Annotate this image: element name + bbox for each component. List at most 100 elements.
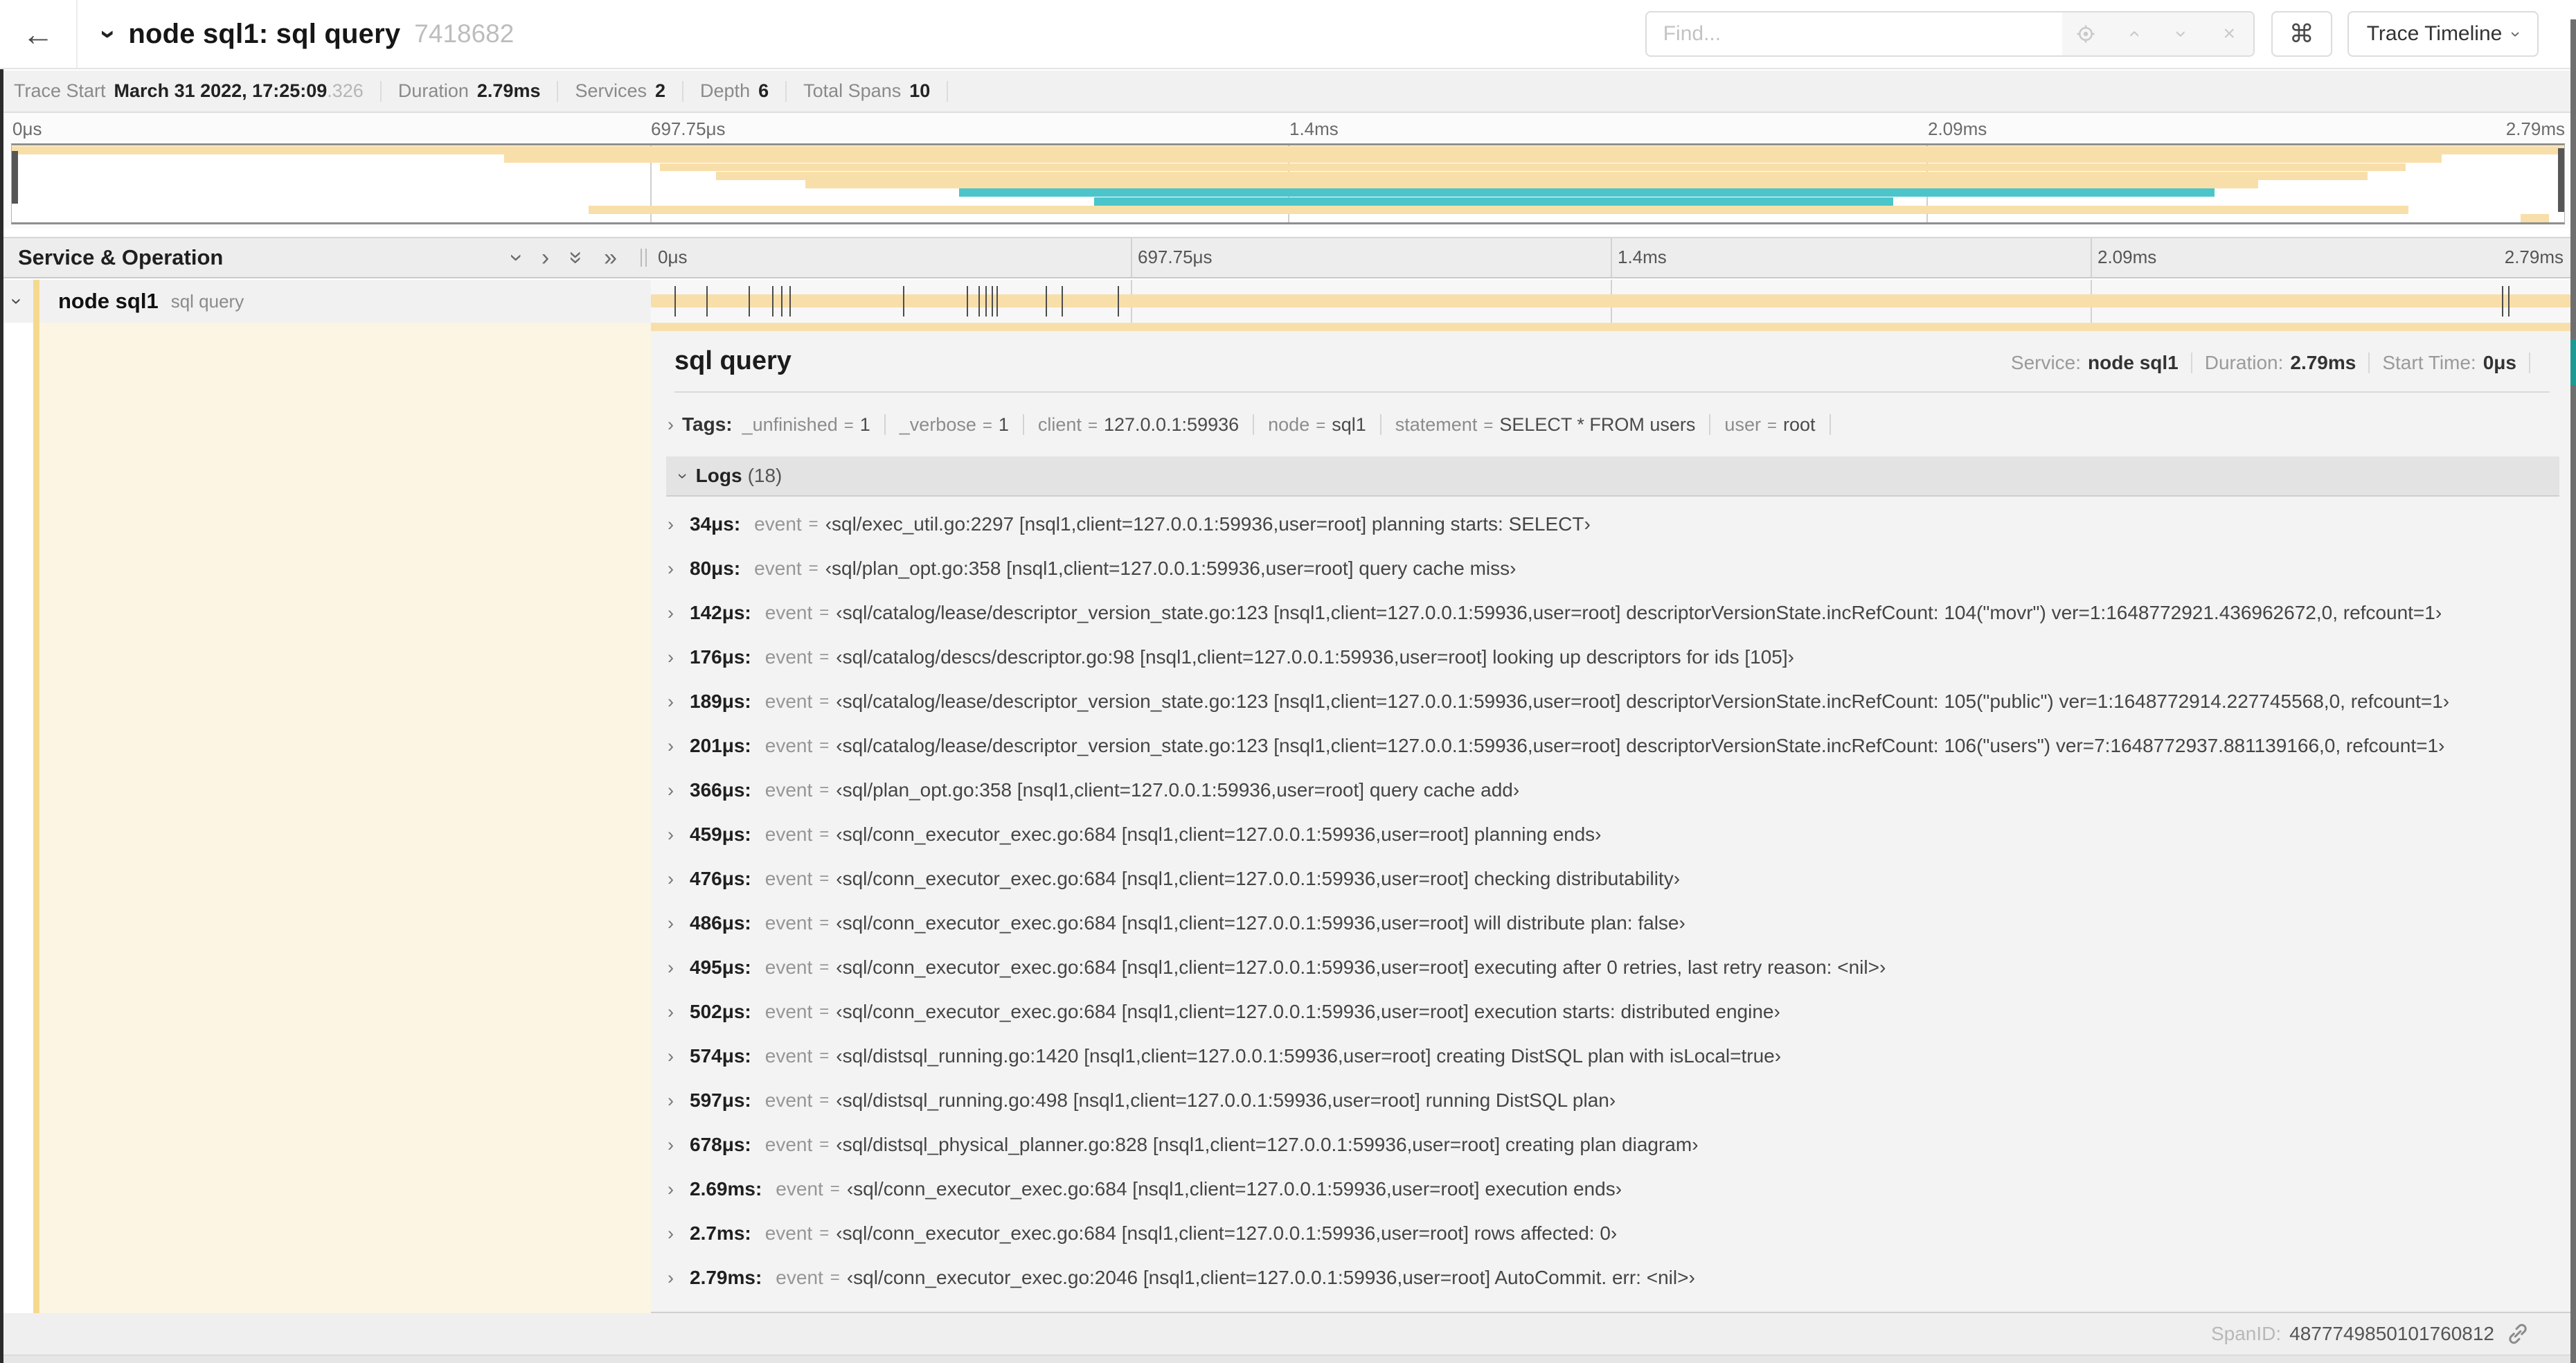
detail-operation-title: sql query [674,346,791,375]
tags-list: _unfinished = 1 _verbose = 1 client = 12… [742,414,1845,436]
log-marker-tick [771,286,773,317]
chevron-right-icon[interactable]: › [668,603,686,624]
prev-result-icon[interactable]: › [2112,14,2155,54]
log-entry-row[interactable]: › 574μs: event = ‹sql/distsql_running.go… [666,1034,2570,1078]
log-entry-row[interactable]: › 142μs: event = ‹sql/catalog/lease/desc… [666,591,2570,635]
chevron-right-icon[interactable]: › [668,647,686,668]
column-resize-grip[interactable] [641,249,647,267]
log-entry-row[interactable]: › 366μs: event = ‹sql/plan_opt.go:358 [n… [666,768,2570,812]
tag-key: user [1724,413,1761,435]
chevron-right-icon[interactable]: › [668,1001,686,1023]
chevron-right-icon[interactable]: › [668,868,686,890]
clear-search-icon[interactable]: × [2209,12,2249,55]
chevron-right-icon[interactable]: › [668,1134,686,1156]
chevron-right-icon[interactable]: › [668,414,674,436]
minimap-tick-label: 0μs [12,118,42,139]
log-marker-tick [674,286,676,317]
minimap-left-drag-handle[interactable] [12,151,18,204]
minimap-canvas[interactable] [11,143,2565,224]
log-timestamp: 502μs: [690,1001,751,1022]
log-entry-row[interactable]: › 2.7ms: event = ‹sql/conn_executor_exec… [666,1211,2570,1256]
chevron-right-icon[interactable]: › [668,780,686,801]
log-entry-row[interactable]: › 189μs: event = ‹sql/catalog/lease/desc… [666,679,2570,724]
tags-row[interactable]: › Tags: _unfinished = 1 _verbose = 1 cli… [668,413,2570,436]
window-left-edge [0,69,3,1363]
collapse-all-icon[interactable]: » [564,251,590,265]
chevron-right-icon[interactable]: › [668,691,686,713]
log-marker-tick [978,286,980,317]
log-field-name: event [764,1134,813,1155]
log-entry-row[interactable]: › 459μs: event = ‹sql/conn_executor_exec… [666,812,2570,857]
log-timestamp: 2.69ms: [690,1178,762,1200]
chevron-right-icon[interactable]: › [668,1090,686,1112]
span-duration-bar[interactable] [651,294,2570,308]
log-marker-tick [902,286,904,317]
tag-value: SELECT * FROM users [1499,413,1696,435]
span-row-timeline-cell[interactable] [651,280,2570,323]
chevron-right-icon[interactable]: › [668,1179,686,1200]
log-entry-row[interactable]: › 201μs: event = ‹sql/catalog/lease/desc… [666,724,2570,768]
chevron-down-icon[interactable]: › [6,298,28,304]
divider [884,414,886,435]
service-operation-header: Service & Operation › › » » [0,238,651,277]
minimap-span-bar [1093,197,1893,206]
log-entry-row[interactable]: › 176μs: event = ‹sql/catalog/descs/desc… [666,635,2570,679]
log-marker-tick [2501,286,2503,317]
equals-sign: = [819,736,830,755]
logs-section-header[interactable]: › Logs (18) [666,456,2559,497]
minimap-span-bar [805,180,2258,188]
view-select[interactable]: Trace Timeline › [2347,11,2539,57]
find-input[interactable] [1646,12,2062,55]
log-entry-row[interactable]: › 502μs: event = ‹sql/conn_executor_exec… [666,990,2570,1034]
equals-sign: = [819,825,830,844]
span-detail-panel: sql query Service: node sql1 Duration: 2… [651,323,2570,1313]
chevron-right-icon[interactable]: › [668,558,686,580]
log-entry-row[interactable]: › 495μs: event = ‹sql/conn_executor_exec… [666,945,2570,990]
chevron-right-icon[interactable]: › [668,913,686,934]
log-timestamp: 142μs: [690,602,751,623]
log-entry-row[interactable]: › 80μs: event = ‹sql/plan_opt.go:358 [ns… [666,546,2570,591]
log-entry-row[interactable]: › 597μs: event = ‹sql/distsql_running.go… [666,1078,2570,1123]
log-field-name: event [764,912,813,934]
tag-item: user = root [1724,414,1815,436]
window-bottom-edge [0,1355,2570,1363]
log-entry-row[interactable]: › 2.79ms: event = ‹sql/conn_executor_exe… [666,1256,2570,1300]
log-entry-row[interactable]: › 476μs: event = ‹sql/conn_executor_exec… [666,857,2570,901]
equals-sign: = [819,1046,830,1065]
summary-value: 2.79ms [476,80,541,101]
chevron-right-icon[interactable]: › [668,957,686,979]
log-entry-row[interactable]: › 34μs: event = ‹sql/exec_util.go:2297 [… [666,502,2570,546]
expand-all-icon[interactable]: » [604,246,617,269]
minimap-span-bar [2521,214,2549,223]
chevron-right-icon[interactable]: › [668,824,686,846]
chevron-right-icon[interactable]: › [668,1046,686,1067]
chevron-down-icon[interactable]: › [93,29,124,38]
next-result-icon[interactable]: › [2160,14,2203,54]
deep-link-icon[interactable] [2505,1321,2530,1346]
trace-title-group[interactable]: › node sql1: sql query 7418682 [93,19,514,50]
span-row-name-cell[interactable]: › node sql1 sql query [0,280,651,323]
log-entry-row[interactable]: › 2.69ms: event = ‹sql/conn_executor_exe… [666,1167,2570,1211]
locate-icon[interactable] [2066,12,2106,55]
summary-label: Duration [397,80,469,101]
log-timestamp: 366μs: [690,779,751,801]
meta-value: 0μs [2483,352,2516,373]
log-field-value: ‹sql/conn_executor_exec.go:684 [nsql1,cl… [846,1178,1622,1200]
collapse-one-icon[interactable]: › [503,253,530,261]
log-entry-row[interactable]: › 678μs: event = ‹sql/distsql_physical_p… [666,1123,2570,1167]
chevron-right-icon[interactable]: › [668,736,686,757]
log-field-value: ‹sql/catalog/lease/descriptor_version_st… [836,735,2445,756]
back-button[interactable]: ← [0,0,78,68]
chevron-right-icon[interactable]: › [668,1223,686,1245]
minimap-right-drag-handle[interactable] [2558,148,2564,212]
summary-label: Trace Start [14,80,106,101]
chevron-down-icon[interactable]: › [672,473,694,479]
span-row[interactable]: › node sql1 sql query [0,280,2570,323]
keyboard-shortcuts-button[interactable]: ⌘ [2271,11,2332,57]
chevron-right-icon[interactable]: › [668,1267,686,1289]
expand-one-icon[interactable]: › [542,246,549,269]
meta-label: Service: [2010,352,2082,373]
log-entry-row[interactable]: › 486μs: event = ‹sql/conn_executor_exec… [666,901,2570,945]
divider [1379,414,1381,435]
chevron-right-icon[interactable]: › [668,514,686,535]
